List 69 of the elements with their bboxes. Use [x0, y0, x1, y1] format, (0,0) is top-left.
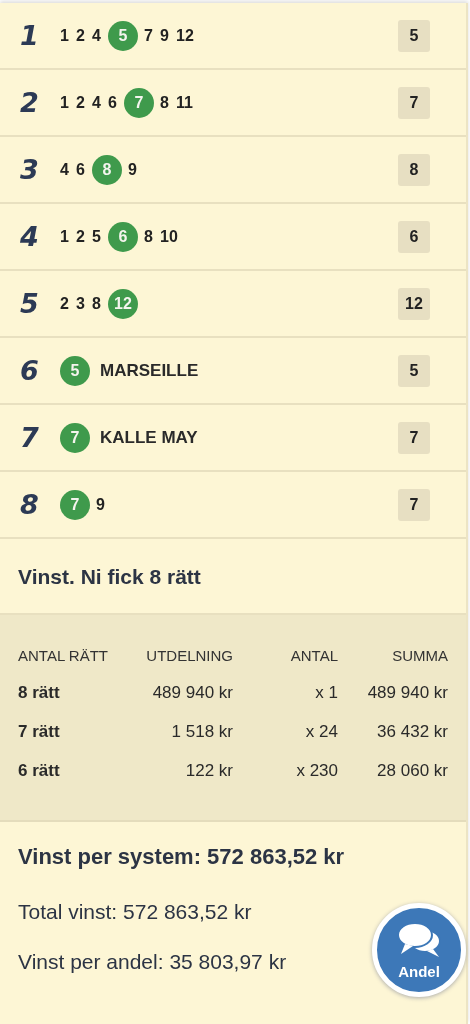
pick-number: 7 [144, 26, 154, 45]
winning-pick: 12 [108, 288, 138, 319]
table-cell-text: 489 940 kr [151, 682, 233, 703]
table-cell-text: 122 kr [184, 760, 233, 781]
winning-pick: 7 [124, 87, 154, 118]
table-cell-text: 1 518 kr [170, 721, 233, 742]
pick-number: 2 [60, 294, 70, 313]
column-header: ANTAL [289, 646, 338, 664]
pick-number: 9 [96, 495, 106, 514]
pick-number: 8 [160, 93, 170, 112]
pick-number: 2 [76, 26, 86, 45]
winning-pick: 6 [108, 221, 138, 252]
result-badge: 7 [398, 421, 430, 454]
pick-number: 12 [176, 26, 194, 45]
winning-pick: 7 [60, 422, 90, 453]
column-header: ANTAL RÄTT [18, 646, 109, 664]
table-cell-text: x 230 [295, 760, 338, 781]
win-per-system: Vinst per system: 572 863,52 kr [18, 844, 345, 870]
column-header: SUMMA [391, 646, 448, 664]
pick-number: 2 [76, 93, 86, 112]
pick-number: 1 [60, 93, 70, 112]
race-number: 1 [20, 20, 40, 51]
pick-number: 4 [60, 160, 70, 179]
pick-number: 1 [60, 227, 70, 246]
horse-name: KALLE MAY [100, 427, 198, 448]
pick-number: 1 [60, 26, 70, 45]
result-badge: 7 [398, 86, 430, 119]
pick-number: 10 [160, 227, 178, 246]
result-badge: 12 [398, 287, 430, 320]
race-number: 2 [20, 87, 40, 118]
pick-number: 9 [160, 26, 170, 45]
table-cell-text: x 1 [314, 682, 338, 703]
pick-number: 4 [92, 26, 102, 45]
pick-number: 8 [92, 294, 102, 313]
race-number: 3 [20, 154, 40, 185]
table-cell-text: 36 432 kr [376, 721, 448, 742]
table-cell-text: 28 060 kr [376, 760, 448, 781]
horse-name: MARSEILLE [100, 360, 199, 381]
result-badge: 8 [398, 153, 430, 186]
winning-pick: 7 [60, 489, 90, 520]
race-number: 6 [20, 355, 40, 386]
race-number: 4 [20, 221, 40, 252]
pick-number: 6 [108, 93, 118, 112]
pick-number: 11 [176, 93, 193, 112]
result-badge: 5 [398, 19, 430, 52]
winning-pick: 5 [108, 20, 138, 51]
pick-number: 9 [128, 160, 138, 179]
race-number: 7 [20, 422, 40, 453]
table-cell-text: 6 rätt [18, 760, 61, 781]
pick-number: 4 [92, 93, 102, 112]
win-per-share: Vinst per andel: 35 803,97 kr [18, 950, 287, 974]
pick-number: 5 [92, 227, 102, 246]
pick-number: 6 [76, 160, 86, 179]
race-number: 5 [20, 288, 40, 319]
result-badge: 5 [398, 354, 430, 387]
column-header: UTDELNING [145, 646, 233, 664]
pick-number: 2 [76, 227, 86, 246]
result-badge: 6 [398, 220, 430, 253]
total-win: Total vinst: 572 863,52 kr [18, 900, 252, 924]
table-cell-text: x 24 [304, 721, 338, 742]
table-cell-text: 7 rätt [18, 721, 61, 742]
winning-pick: 8 [92, 154, 122, 185]
winning-pick: 5 [60, 355, 90, 386]
pick-number: 8 [144, 227, 154, 246]
result-badge: 7 [398, 488, 430, 521]
race-number: 8 [20, 489, 40, 520]
table-cell-text: 8 rätt [18, 682, 61, 703]
table-cell-text: 489 940 kr [366, 682, 448, 703]
pick-number: 3 [76, 294, 86, 313]
